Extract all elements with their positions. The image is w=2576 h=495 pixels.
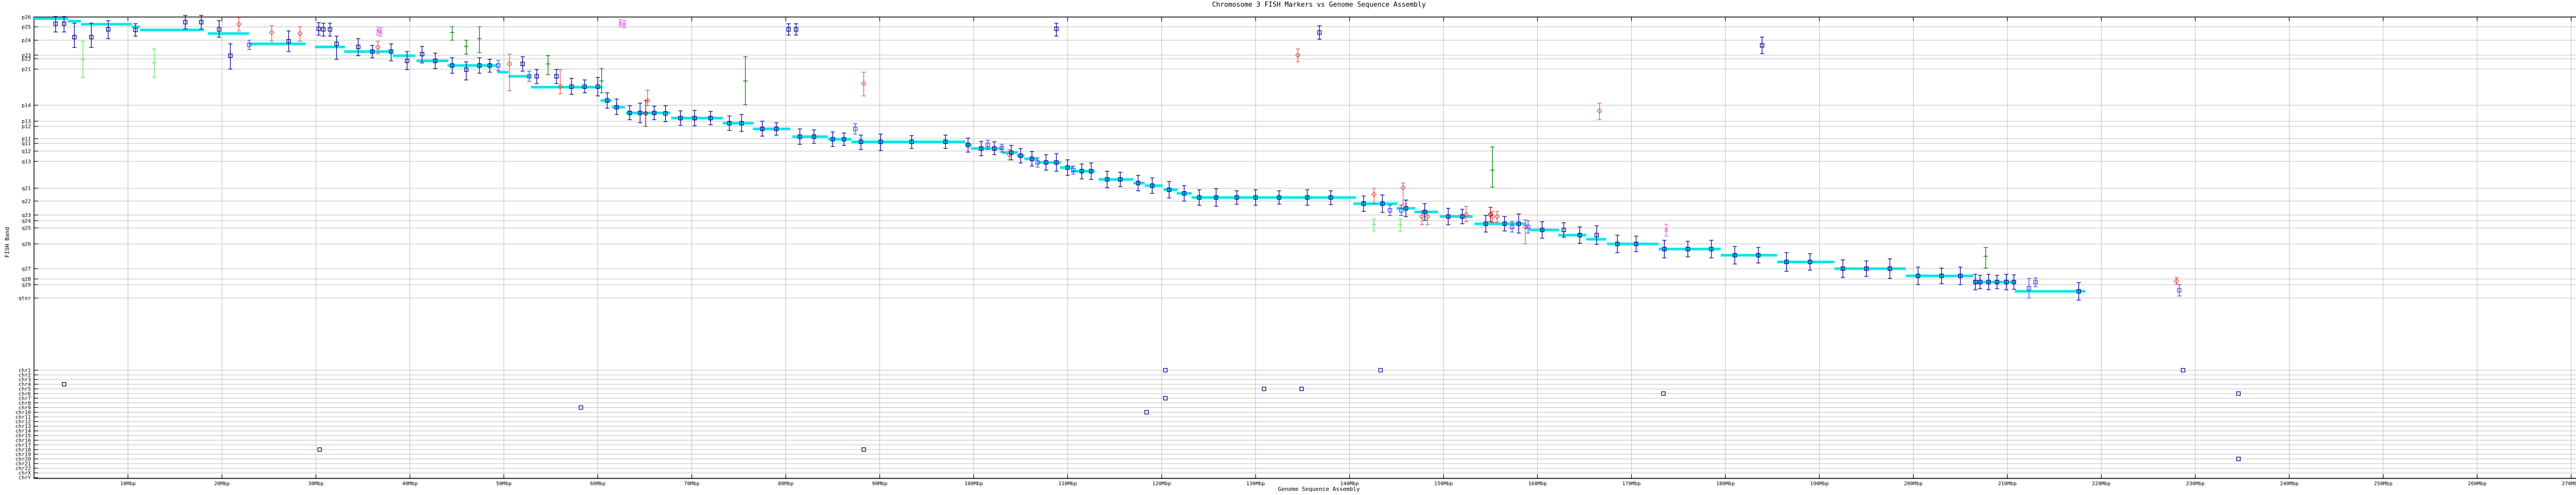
x-tick-label: 180Mbp <box>1716 481 1735 487</box>
x-tick-label: 220Mbp <box>2092 481 2111 487</box>
series-LANL <box>80 41 1402 231</box>
x-tick-label: 210Mbp <box>1998 481 2016 487</box>
y-tick-label: q23 <box>22 213 31 219</box>
x-tick-label: 80Mbp <box>778 481 793 487</box>
y-tick-label: q25 <box>22 226 31 232</box>
x-tick-label: 270Mbp <box>2562 481 2576 487</box>
x-tick-label: 170Mbp <box>1622 481 1641 487</box>
y-tick-label: q24 <box>22 219 31 224</box>
x-tick-label: 140Mbp <box>1340 481 1359 487</box>
x-tick-label: 120Mbp <box>1153 481 1171 487</box>
series-RPCI <box>376 20 1669 236</box>
x-tick-label: 240Mbp <box>2280 481 2298 487</box>
x-tick-label: 50Mbp <box>496 481 512 487</box>
y-tick-label: q21 <box>22 186 31 192</box>
x-tick-label: 30Mbp <box>308 481 324 487</box>
x-tick-label: 90Mbp <box>872 481 887 487</box>
x-tick-label: 110Mbp <box>1058 481 1077 487</box>
plot-area: 10Mbp 20Mbp 30Mbp 40Mbp 50Mbp 60Mbp 70Mbp 80Mbp… <box>0 0 2576 495</box>
x-tick-label: 70Mbp <box>684 481 700 487</box>
y-tick-label: chrY <box>19 475 31 481</box>
y-tick-label: q11 <box>22 141 31 147</box>
x-tick-label: 100Mbp <box>964 481 983 487</box>
x-tick-label: 250Mbp <box>2374 481 2393 487</box>
y-tick-label: qter <box>19 296 31 302</box>
y-tick-label: p25 <box>22 25 31 30</box>
x-tick-label: 130Mbp <box>1246 481 1265 487</box>
x-tick-label: 190Mbp <box>1810 481 1828 487</box>
chart-root: Chromosome 3 FISH Markers vs Genome Sequ… <box>0 0 2576 495</box>
assembly-line <box>34 19 2086 291</box>
series-UCSF <box>450 27 1988 268</box>
plot-border <box>34 17 2576 478</box>
y-tick-label: p14 <box>22 103 31 109</box>
series-NCI <box>247 40 2181 298</box>
y-tick-label: p21 <box>22 67 31 73</box>
y-tick-label: p12 <box>22 124 31 130</box>
x-tick-label: 230Mbp <box>2186 481 2205 487</box>
y-tick-label: q22 <box>22 199 31 205</box>
y-tick-label: q13 <box>22 159 31 165</box>
y-tick-label: q26 <box>22 242 31 248</box>
x-tick-label: 60Mbp <box>590 481 605 487</box>
x-tick-label: 10Mbp <box>120 481 135 487</box>
y-tick-label: q29 <box>22 283 31 288</box>
y-tick-label: q28 <box>22 277 31 283</box>
x-tick-label: 150Mbp <box>1434 481 1453 487</box>
y-tick-label: q27 <box>22 267 31 272</box>
x-tick-label: 20Mbp <box>214 481 230 487</box>
y-tick-label: p22 <box>22 57 31 62</box>
x-tick-label: 40Mbp <box>402 481 418 487</box>
series-FHCRC <box>54 15 2240 461</box>
axes: 10Mbp 20Mbp 30Mbp 40Mbp 50Mbp 60Mbp 70Mbp 80Mbp… <box>15 15 2576 487</box>
y-tick-label: q12 <box>22 149 31 155</box>
gridlines <box>34 17 2576 478</box>
y-tick-label: p24 <box>22 38 31 44</box>
x-tick-label: 260Mbp <box>2468 481 2486 487</box>
y-tick-label: p26 <box>22 15 31 21</box>
x-tick-label: 200Mbp <box>1904 481 1923 487</box>
x-tick-label: 160Mbp <box>1528 481 1547 487</box>
